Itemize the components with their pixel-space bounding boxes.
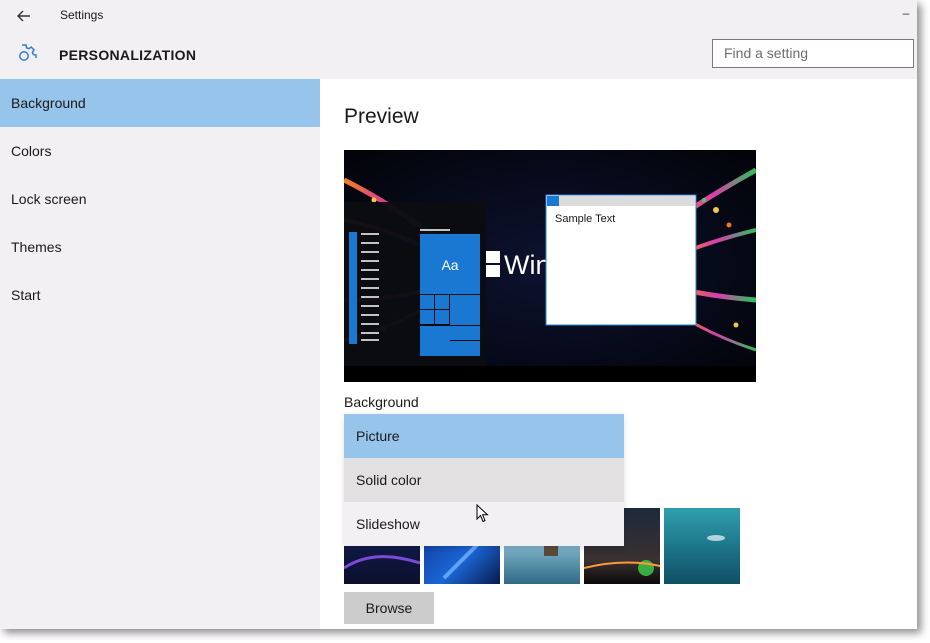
page-header: PERSONALIZATION — [0, 32, 917, 78]
settings-window: Settings – PERSONALIZATION Background Co… — [0, 0, 917, 629]
mouse-cursor-icon — [476, 504, 489, 523]
background-option-solid-color[interactable]: Solid color — [344, 458, 624, 502]
sidebar-item-colors[interactable]: Colors — [0, 127, 320, 175]
search-input[interactable] — [713, 40, 914, 66]
preview-heading: Preview — [344, 105, 419, 128]
background-dropdown[interactable]: Picture Solid color Slideshow — [344, 414, 624, 546]
search-box[interactable] — [712, 39, 914, 68]
preview-tile-text: Aa — [441, 257, 458, 273]
main-content: Preview Aa Win Sample Text Background Pi… — [320, 79, 917, 629]
sidebar-nav: Background Colors Lock screen Themes Sta… — [0, 79, 320, 629]
title-bar: Settings – — [0, 0, 917, 32]
background-label: Background — [344, 394, 419, 410]
sidebar-item-themes[interactable]: Themes — [0, 223, 320, 271]
sidebar-item-lock-screen[interactable]: Lock screen — [0, 175, 320, 223]
preview-sample-text: Sample Text — [555, 213, 615, 225]
back-button[interactable] — [14, 6, 34, 26]
sidebar-item-start[interactable]: Start — [0, 271, 320, 319]
minimize-button[interactable]: – — [898, 2, 914, 24]
window-title: Settings — [60, 8, 104, 22]
browse-button[interactable]: Browse — [344, 592, 434, 624]
background-option-picture[interactable]: Picture — [344, 414, 624, 458]
page-title: PERSONALIZATION — [59, 47, 197, 63]
sidebar-item-background[interactable]: Background — [0, 79, 320, 127]
gear-icon — [19, 44, 37, 61]
background-preview: Aa Win Sample Text — [344, 150, 756, 382]
picture-thumbnail[interactable] — [664, 508, 740, 584]
preview-logo-text: Win — [504, 250, 551, 280]
back-arrow-icon — [17, 10, 30, 22]
